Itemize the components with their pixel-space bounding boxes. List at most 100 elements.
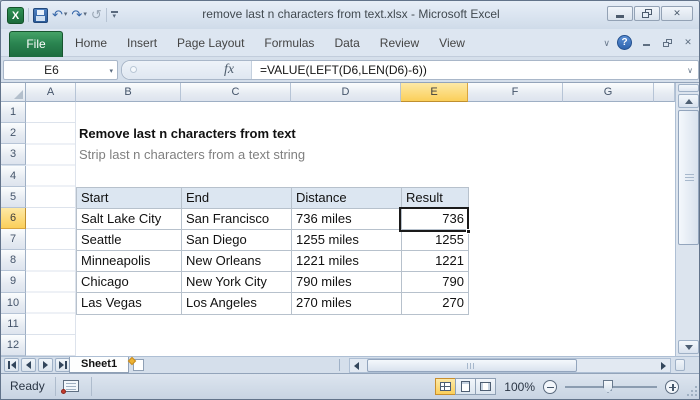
cell[interactable]: 790	[402, 272, 469, 294]
ribbon-tab-formulas[interactable]: Formulas	[254, 29, 324, 57]
cell[interactable]: New Orleans	[182, 251, 292, 273]
workbook-close-button[interactable]: ✕	[681, 37, 695, 49]
horizontal-scrollbar-thumb[interactable]	[367, 359, 577, 372]
undo-button[interactable]: ↶ ▾	[52, 7, 67, 23]
fill-handle[interactable]	[466, 228, 471, 234]
row-header-1[interactable]: 1	[1, 102, 26, 124]
insert-worksheet-button[interactable]	[127, 356, 149, 372]
cell[interactable]: New York City	[182, 272, 292, 294]
table-header-cell[interactable]: Start	[77, 187, 182, 209]
scroll-up-button[interactable]	[678, 94, 699, 108]
workbook-minimize-button[interactable]	[639, 37, 653, 49]
repeat-button[interactable]: ↺	[91, 7, 102, 23]
cell[interactable]: 1255	[402, 229, 469, 252]
table-header-cell[interactable]: Distance	[292, 187, 402, 209]
table-header-cell[interactable]: End	[182, 187, 292, 209]
ribbon-tab-view[interactable]: View	[429, 29, 475, 57]
cell[interactable]: 270 miles	[292, 293, 402, 315]
ribbon-tab-review[interactable]: Review	[370, 29, 429, 57]
ribbon-tab-insert[interactable]: Insert	[117, 29, 167, 57]
cell[interactable]: 1221	[402, 251, 469, 273]
row-header-10[interactable]: 10	[1, 292, 26, 314]
ribbon-tab-data[interactable]: Data	[324, 29, 369, 57]
ribbon-tab-page-layout[interactable]: Page Layout	[167, 29, 254, 57]
row-header-11[interactable]: 11	[1, 313, 26, 335]
cell[interactable]: Minneapolis	[77, 251, 182, 273]
sheet-navigation	[4, 358, 70, 372]
row-header-8[interactable]: 8	[1, 250, 26, 272]
excel-logo-icon[interactable]: X	[7, 6, 24, 24]
active-cell-selection[interactable]	[399, 206, 471, 234]
column-header-A[interactable]: A	[26, 83, 76, 102]
cell[interactable]: 736 miles	[292, 208, 402, 230]
row-header-7[interactable]: 7	[1, 229, 26, 251]
cell[interactable]: 270	[402, 293, 469, 315]
cell[interactable]: San Diego	[182, 229, 292, 252]
sheet-canvas[interactable]: Remove last n characters from text Strip…	[26, 102, 675, 356]
column-header-G[interactable]: G	[563, 83, 654, 102]
row-header-4[interactable]: 4	[1, 165, 26, 187]
first-sheet-button[interactable]	[4, 358, 19, 372]
tab-scroll-divider[interactable]	[339, 359, 340, 371]
zoom-out-button[interactable]	[543, 379, 557, 394]
redo-button[interactable]: ↷ ▾	[71, 7, 86, 23]
zoom-level-text[interactable]: 100%	[504, 380, 535, 394]
ribbon-tab-home[interactable]: Home	[65, 29, 117, 57]
cell[interactable]: 1255 miles	[292, 229, 402, 252]
column-header-partial[interactable]	[654, 83, 675, 102]
cell[interactable]: Salt Lake City	[77, 208, 182, 230]
cell[interactable]: Chicago	[77, 272, 182, 294]
scrollbar-split-handle[interactable]	[678, 84, 699, 92]
page-layout-view-button[interactable]	[455, 378, 477, 395]
formula-text[interactable]: =VALUE(LEFT(D6,LEN(D6)-6))	[260, 61, 680, 79]
customize-qat-button[interactable]: ▾	[110, 11, 118, 20]
row-header-3[interactable]: 3	[1, 144, 26, 166]
help-button[interactable]: ?	[617, 35, 632, 50]
minimize-button[interactable]	[607, 6, 633, 21]
insert-function-icon[interactable]: fx	[224, 61, 234, 79]
sheet-tab-sheet1[interactable]: Sheet1	[69, 357, 130, 373]
zoom-in-button[interactable]	[665, 379, 679, 394]
chevron-down-icon: ▾	[112, 13, 116, 20]
column-header-E[interactable]: E	[401, 83, 468, 102]
row-header-12[interactable]: 12	[1, 334, 26, 356]
column-header-C[interactable]: C	[181, 83, 291, 102]
ribbon-tab-file[interactable]: File	[9, 31, 63, 57]
cell[interactable]: San Francisco	[182, 208, 292, 230]
normal-view-button[interactable]	[435, 378, 457, 395]
cell[interactable]: 790 miles	[292, 272, 402, 294]
row-header-2[interactable]: 2	[1, 123, 26, 145]
next-sheet-button[interactable]	[38, 358, 53, 372]
formula-field[interactable]: fx =VALUE(LEFT(D6,LEN(D6)-6)) ∨	[121, 60, 699, 80]
scroll-left-button[interactable]	[350, 359, 363, 372]
close-button[interactable]: ✕	[661, 6, 693, 21]
name-box[interactable]: E6 ▾	[3, 60, 118, 80]
scroll-down-button[interactable]	[678, 340, 699, 354]
save-icon[interactable]	[33, 7, 48, 23]
cell[interactable]: Seattle	[77, 229, 182, 252]
scroll-right-button[interactable]	[657, 359, 670, 372]
cell[interactable]: Las Vegas	[77, 293, 182, 315]
zoom-slider[interactable]	[565, 380, 657, 393]
scrollbar-resize-handle[interactable]	[675, 359, 685, 371]
page-break-view-button[interactable]	[475, 378, 497, 395]
macro-record-icon[interactable]	[61, 380, 79, 394]
resize-grip[interactable]	[684, 383, 698, 397]
titlebar: X ↶ ▾ ↷ ▾ ↺ ▾ remove last n characters f…	[1, 1, 699, 29]
restore-button[interactable]	[634, 6, 660, 21]
column-header-D[interactable]: D	[291, 83, 401, 102]
workbook-restore-button[interactable]	[660, 37, 674, 49]
row-header-6[interactable]: 6	[1, 207, 26, 229]
row-header-9[interactable]: 9	[1, 271, 26, 293]
column-header-B[interactable]: B	[76, 83, 181, 102]
expand-ribbon-icon[interactable]: ∨	[603, 38, 610, 48]
previous-sheet-button[interactable]	[21, 358, 36, 372]
last-sheet-button[interactable]	[55, 358, 70, 372]
row-header-5[interactable]: 5	[1, 186, 26, 208]
zoom-slider-thumb[interactable]	[603, 380, 613, 393]
cell[interactable]: Los Angeles	[182, 293, 292, 315]
expand-formula-bar-icon[interactable]: ∨	[687, 66, 693, 75]
vertical-scrollbar-thumb[interactable]	[678, 110, 699, 245]
column-header-F[interactable]: F	[468, 83, 563, 102]
cell[interactable]: 1221 miles	[292, 251, 402, 273]
